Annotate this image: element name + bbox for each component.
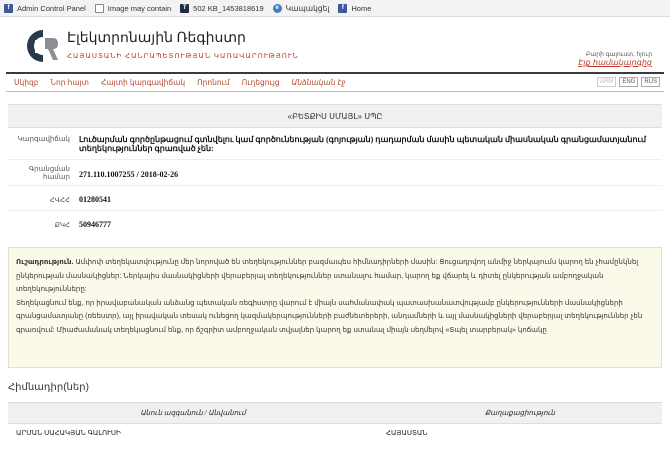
facebook-icon: f <box>4 3 13 13</box>
founder-citizenship: ՀԱՅԱՍՏԱՆ <box>386 430 428 437</box>
nav-application-status[interactable]: Հայտի կարգավիճակ <box>101 78 185 87</box>
status-label: Կարգավիճակ <box>17 136 70 143</box>
notice-text-2: Տեղեկացնում ենք, որ իրավաբանական անձանց … <box>16 299 643 334</box>
nav-guide[interactable]: Ուղեցույց <box>242 78 280 87</box>
table-header: Անուն ազգանուն / Անվանում Քաղաքացիությու… <box>8 402 662 424</box>
er-logo-icon[interactable] <box>25 28 61 64</box>
attention-notice: Ուշադրություն. Ամփոփ տեղեկատվությունը մե… <box>8 247 662 368</box>
nav-new-application[interactable]: Նոր հայտ <box>51 78 89 87</box>
bookmark-label: Կապակցել <box>285 3 330 13</box>
welcome-text: Բարի գալուստ, հյուր <box>586 52 652 58</box>
notice-heading: Ուշադրություն. <box>16 259 74 266</box>
nav-personal-page[interactable]: Անձնական էջ <box>292 78 346 87</box>
bookmark-item[interactable]: Image may contain <box>94 3 172 13</box>
hvhh-label: ՀՎՀՀ <box>49 197 70 204</box>
bookmarks-bar: f Admin Control Panel Image may contain T… <box>0 0 670 17</box>
nav-home[interactable]: Սկիզբ <box>14 78 39 87</box>
bookmark-label: 502 KB_1453818619 <box>193 3 264 13</box>
lang-arm-button[interactable]: ARM <box>596 77 617 87</box>
status-value: Լուծարման գործընթացում գտնվելու կամ գործ… <box>79 135 647 153</box>
bookmark-item[interactable]: f Home <box>338 3 372 13</box>
info-row-status: Կարգավիճակ Լուծարման գործընթացում գտնվել… <box>8 128 662 160</box>
facebook-icon: f <box>338 3 348 13</box>
notice-text-1: Ամփոփ տեղեկատվությունը մեր նորոված են տե… <box>16 259 639 293</box>
site-header: Էլեկտրոնային Ռեգիստր ՀԱՅԱՍՏԱՆԻ ՀԱՆՐԱՊԵՏՈ… <box>0 17 670 72</box>
table-row: ԱՐՄԱՆ ՍԱՀԱԿՅԱՆ ԳԱԼՈՒՍԻ ՀԱՅԱՍՏԱՆ <box>8 424 662 442</box>
tin-label: ՔԿՀ <box>54 222 70 229</box>
founders-table: Անուն ազգանուն / Անվանում Քաղաքացիությու… <box>8 402 662 442</box>
info-row-regnum: Գրանցման համար 271.110.1007255 / 2018-02… <box>8 160 662 186</box>
bookmark-item[interactable]: f Admin Control Panel <box>4 3 86 13</box>
hvhh-value: 01280541 <box>79 195 111 204</box>
info-row-tin: ՔԿՀ 50946777 <box>8 211 662 235</box>
logout-link[interactable]: Էլք համակարգից <box>578 58 652 67</box>
bookmark-label: Image may contain <box>107 3 172 13</box>
user-area: Բարի գալուստ, հյուր Էլք համակարգից <box>578 51 652 67</box>
edge-icon: e <box>272 3 282 13</box>
founders-title: Հիմնադիր(ներ) <box>8 382 89 393</box>
site-subtitle: ՀԱՅԱՍՏԱՆԻ ՀԱՆՐԱՊԵՏՈՒԹՅԱՆ ԿԱՌԱՎԱՐՈՒԹՅՈՒՆ <box>67 53 299 60</box>
t-icon: T <box>180 3 190 13</box>
column-header-name: Անուն ազգանուն / Անվանում <box>140 409 246 417</box>
main-nav: Սկիզբ Նոր հայտ Հայտի կարգավիճակ Որոնում … <box>6 72 664 92</box>
site-title: Էլեկտրոնային Ռեգիստր <box>67 31 246 46</box>
bookmark-item[interactable]: e Կապակցել <box>272 3 330 13</box>
bookmark-item[interactable]: T 502 KB_1453818619 <box>180 3 264 13</box>
lang-rus-button[interactable]: RUS <box>641 77 660 87</box>
company-info: Կարգավիճակ Լուծարման գործընթացում գտնվել… <box>8 128 662 235</box>
info-row-hvhh: ՀՎՀՀ 01280541 <box>8 186 662 211</box>
bookmark-label: Home <box>351 3 372 13</box>
lang-eng-button[interactable]: ENG <box>619 77 639 87</box>
company-name: «ԲԵՏՔԻՍ ՍՄԱՅԼ» ՍՊԸ <box>8 104 662 128</box>
regnum-value: 271.110.1007255 / 2018-02-26 <box>79 170 179 179</box>
document-icon <box>94 3 104 13</box>
language-switcher: ARM ENG RUS <box>594 77 660 87</box>
tin-value: 50946777 <box>79 220 111 229</box>
nav-search[interactable]: Որոնում <box>197 78 230 87</box>
bookmark-label: Admin Control Panel <box>17 3 86 13</box>
regnum-label: Գրանցման համար <box>28 166 70 181</box>
founder-name: ԱՐՄԱՆ ՍԱՀԱԿՅԱՆ ԳԱԼՈՒՍԻ <box>16 430 121 437</box>
column-header-citizenship: Քաղաքացիություն <box>485 409 555 417</box>
